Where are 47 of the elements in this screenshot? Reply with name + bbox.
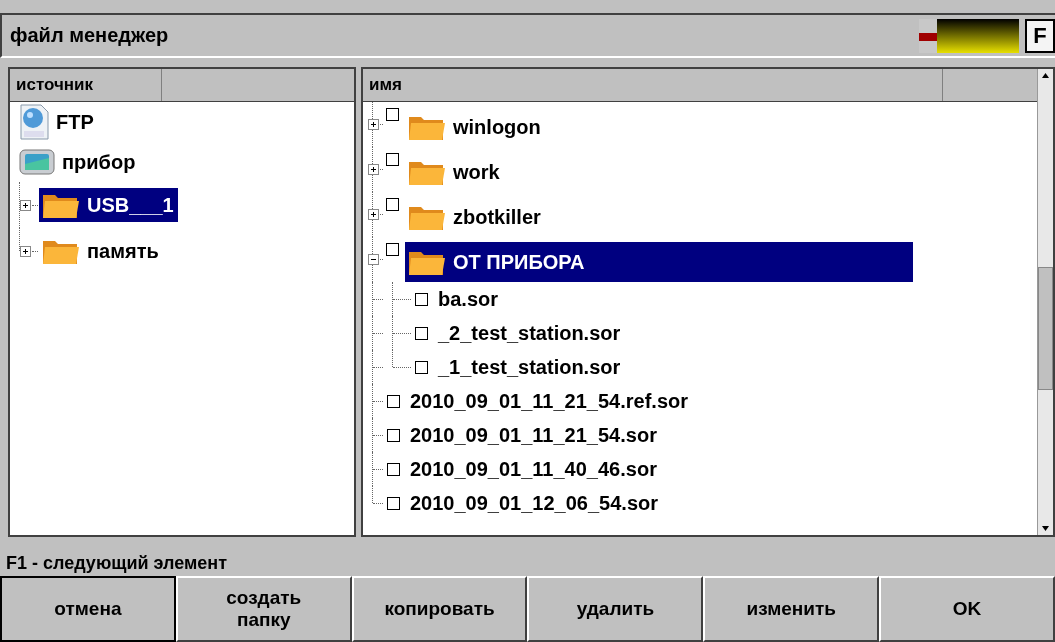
- item-label: память: [87, 239, 159, 263]
- item-label: winlogon: [453, 115, 541, 139]
- ftp-document-icon: [18, 104, 50, 140]
- tree-item[interactable]: прибор: [16, 145, 140, 179]
- action-button[interactable]: изменить: [703, 576, 880, 642]
- checkbox[interactable]: [415, 360, 428, 374]
- action-button[interactable]: копировать: [351, 576, 528, 642]
- checkbox[interactable]: [387, 428, 400, 442]
- tree-item[interactable]: zbotkiller: [405, 197, 545, 237]
- tree-item[interactable]: work: [405, 152, 504, 192]
- level-meter-icon: [919, 18, 1019, 53]
- checkbox[interactable]: [386, 243, 399, 256]
- item-label: work: [453, 160, 500, 184]
- window-title: файл менеджер: [10, 24, 170, 47]
- expand-toggle-icon[interactable]: [20, 199, 31, 211]
- expand-toggle-icon[interactable]: [20, 245, 31, 257]
- item-label: ОТ ПРИБОРА: [453, 250, 585, 274]
- checkbox[interactable]: [387, 462, 400, 476]
- status-text: F1 - следующий элемент: [5, 552, 229, 575]
- item-label: USB___1: [87, 193, 174, 217]
- tree-item[interactable]: USB___1: [39, 188, 178, 222]
- item-label: прибор: [62, 150, 136, 174]
- tree-item[interactable]: память: [39, 234, 163, 268]
- tree-item[interactable]: ОТ ПРИБОРА: [405, 242, 913, 282]
- function-button[interactable]: F: [1025, 18, 1055, 53]
- tree-item[interactable]: winlogon: [405, 107, 545, 147]
- checkbox[interactable]: [415, 326, 428, 340]
- checkbox[interactable]: [386, 108, 399, 121]
- item-label: zbotkiller: [453, 205, 541, 229]
- expand-toggle-icon[interactable]: [368, 254, 379, 265]
- checkbox[interactable]: [415, 292, 428, 306]
- checkbox[interactable]: [386, 153, 399, 166]
- action-button[interactable]: создать папку: [175, 576, 352, 642]
- device-icon: [18, 147, 56, 177]
- expand-toggle-icon[interactable]: [368, 164, 379, 175]
- scrollbar[interactable]: [1037, 69, 1053, 535]
- action-button[interactable]: отмена: [0, 576, 176, 642]
- scroll-thumb[interactable]: [1038, 266, 1053, 390]
- expand-toggle-icon[interactable]: [368, 119, 379, 130]
- checkbox[interactable]: [387, 394, 400, 408]
- checkbox[interactable]: [386, 198, 399, 211]
- action-button[interactable]: удалить: [527, 576, 704, 642]
- item-label: FTP: [56, 110, 94, 134]
- expand-toggle-icon[interactable]: [368, 209, 379, 220]
- action-button[interactable]: OK: [879, 576, 1055, 642]
- checkbox[interactable]: [387, 496, 400, 510]
- tree-item[interactable]: FTP: [16, 102, 98, 142]
